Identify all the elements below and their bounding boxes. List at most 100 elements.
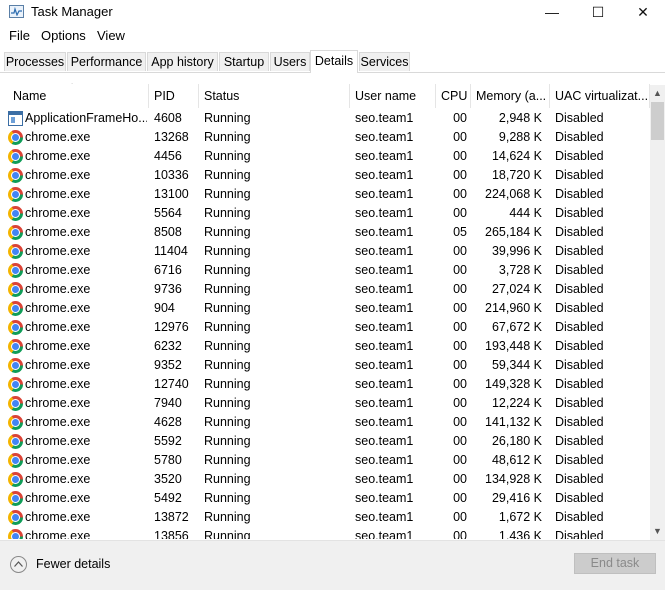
process-cpu: 00 — [453, 206, 467, 220]
table-row[interactable]: ApplicationFrameHo... 4608 Running seo.team… — [0, 109, 650, 128]
process-memory: 26,180 K — [491, 434, 542, 448]
footer-bar: Fewer details End task — [0, 540, 665, 590]
column-header-name[interactable]: Name — [8, 84, 149, 108]
scroll-up-arrow-icon[interactable]: ▲ — [650, 85, 665, 102]
process-user: seo.team1 — [355, 168, 414, 182]
tab-services[interactable]: Services — [359, 52, 410, 71]
table-row[interactable]: chrome.exe 13856 Running seo.team1 00 1,436 K… — [0, 527, 650, 539]
table-row[interactable]: chrome.exe 5592 Running seo.team1 00 26,180 K… — [0, 432, 650, 451]
menu-view[interactable]: View — [97, 28, 125, 43]
vertical-scrollbar[interactable]: ▲ ▼ — [650, 85, 665, 540]
table-row[interactable]: chrome.exe 5564 Running seo.team1 00 444 K Dis… — [0, 204, 650, 223]
table-row[interactable]: chrome.exe 13100 Running seo.team1 00 224,068… — [0, 185, 650, 204]
table-row[interactable]: chrome.exe 12976 Running seo.team1 00 67,672 … — [0, 318, 650, 337]
table-row[interactable]: chrome.exe 4628 Running seo.team1 00 141,132 … — [0, 413, 650, 432]
table-row[interactable]: chrome.exe 4456 Running seo.team1 00 14,624 K… — [0, 147, 650, 166]
scroll-down-arrow-icon[interactable]: ▼ — [650, 523, 665, 540]
process-cpu: 00 — [453, 396, 467, 410]
chrome-icon — [8, 206, 23, 221]
tab-startup[interactable]: Startup — [219, 52, 269, 71]
process-user: seo.team1 — [355, 377, 414, 391]
tab-app-history[interactable]: App history — [147, 52, 218, 71]
process-status: Running — [204, 510, 251, 524]
process-uac: Disabled — [555, 187, 604, 201]
process-user: seo.team1 — [355, 339, 414, 353]
table-row[interactable]: chrome.exe 11404 Running seo.team1 00 39,996 … — [0, 242, 650, 261]
chrome-icon — [8, 320, 23, 335]
process-cpu: 00 — [453, 358, 467, 372]
tab-processes[interactable]: Processes — [4, 52, 66, 71]
column-header-user-name[interactable]: User name — [350, 84, 436, 108]
process-pid: 5780 — [154, 453, 182, 467]
process-memory: 3,728 K — [498, 263, 542, 277]
column-header-memory[interactable]: Memory (a... — [471, 84, 550, 108]
tab-details[interactable]: Details — [310, 50, 358, 73]
fewer-details-link[interactable]: Fewer details — [36, 557, 110, 571]
column-header-uac-virtualization[interactable]: UAC virtualizat... — [550, 84, 650, 108]
process-uac: Disabled — [555, 472, 604, 486]
process-pid: 904 — [154, 301, 175, 315]
process-uac: Disabled — [555, 358, 604, 372]
process-name: chrome.exe — [25, 206, 91, 220]
process-pid: 7940 — [154, 396, 182, 410]
table-row[interactable]: chrome.exe 9352 Running seo.team1 00 59,344 K… — [0, 356, 650, 375]
tab-performance[interactable]: Performance — [67, 52, 146, 71]
table-row[interactable]: chrome.exe 13872 Running seo.team1 00 1,672 K… — [0, 508, 650, 527]
process-uac: Disabled — [555, 415, 604, 429]
chrome-icon — [8, 377, 23, 392]
menu-file[interactable]: File — [9, 28, 30, 43]
column-header-pid[interactable]: PID — [149, 84, 199, 108]
process-uac: Disabled — [555, 491, 604, 505]
table-row[interactable]: chrome.exe 9736 Running seo.team1 00 27,024 K… — [0, 280, 650, 299]
close-button[interactable]: ✕ — [620, 0, 665, 24]
process-memory: 1,672 K — [498, 510, 542, 524]
table-row[interactable]: chrome.exe 7940 Running seo.team1 00 12,224 K… — [0, 394, 650, 413]
maximize-button[interactable]: ☐ — [575, 0, 621, 24]
process-cpu: 00 — [453, 453, 467, 467]
chrome-icon — [8, 225, 23, 240]
title-bar[interactable]: Task Manager — ☐ ✕ — [0, 0, 665, 24]
table-row[interactable]: chrome.exe 904 Running seo.team1 00 214,960 K… — [0, 299, 650, 318]
table-row[interactable]: chrome.exe 5492 Running seo.team1 00 29,416 K… — [0, 489, 650, 508]
process-memory: 12,224 K — [491, 396, 542, 410]
column-header-status[interactable]: Status — [199, 84, 350, 108]
process-name: chrome.exe — [25, 491, 91, 505]
process-name: chrome.exe — [25, 225, 91, 239]
process-user: seo.team1 — [355, 206, 414, 220]
table-row[interactable]: chrome.exe 12740 Running seo.team1 00 149,328… — [0, 375, 650, 394]
table-row[interactable]: chrome.exe 6232 Running seo.team1 00 193,448 … — [0, 337, 650, 356]
window-title: Task Manager — [31, 4, 113, 19]
process-uac: Disabled — [555, 510, 604, 524]
table-row[interactable]: chrome.exe 13268 Running seo.team1 00 9,288 K… — [0, 128, 650, 147]
table-header: Name PID Status User name CPU Memory (a.… — [0, 84, 650, 108]
chevron-up-circle-icon[interactable] — [10, 556, 27, 573]
table-row[interactable]: chrome.exe 6716 Running seo.team1 00 3,728 K D… — [0, 261, 650, 280]
column-header-cpu[interactable]: CPU — [436, 84, 471, 108]
menu-options[interactable]: Options — [41, 28, 86, 43]
process-pid: 3520 — [154, 472, 182, 486]
process-uac: Disabled — [555, 225, 604, 239]
tab-users[interactable]: Users — [270, 52, 310, 71]
process-name: chrome.exe — [25, 415, 91, 429]
table-row[interactable]: chrome.exe 3520 Running seo.team1 00 134,928 … — [0, 470, 650, 489]
chrome-icon — [8, 149, 23, 164]
process-status: Running — [204, 453, 251, 467]
process-pid: 11404 — [154, 244, 188, 258]
process-uac: Disabled — [555, 377, 604, 391]
process-memory: 265,184 K — [485, 225, 542, 239]
end-task-button[interactable]: End task — [574, 553, 656, 574]
process-memory: 18,720 K — [491, 168, 542, 182]
table-row[interactable]: chrome.exe 8508 Running seo.team1 05 265,184 … — [0, 223, 650, 242]
window-app-icon — [8, 111, 23, 126]
process-uac: Disabled — [555, 339, 604, 353]
scroll-thumb[interactable] — [651, 102, 664, 140]
process-uac: Disabled — [555, 244, 604, 258]
process-cpu: 00 — [453, 244, 467, 258]
process-memory: 14,624 K — [491, 149, 542, 163]
minimize-button[interactable]: — — [529, 0, 575, 24]
process-status: Running — [204, 529, 251, 539]
process-cpu: 00 — [453, 111, 467, 125]
process-memory: 2,948 K — [498, 111, 542, 125]
table-row[interactable]: chrome.exe 5780 Running seo.team1 00 48,612 K… — [0, 451, 650, 470]
table-row[interactable]: chrome.exe 10336 Running seo.team1 00 18,720 … — [0, 166, 650, 185]
